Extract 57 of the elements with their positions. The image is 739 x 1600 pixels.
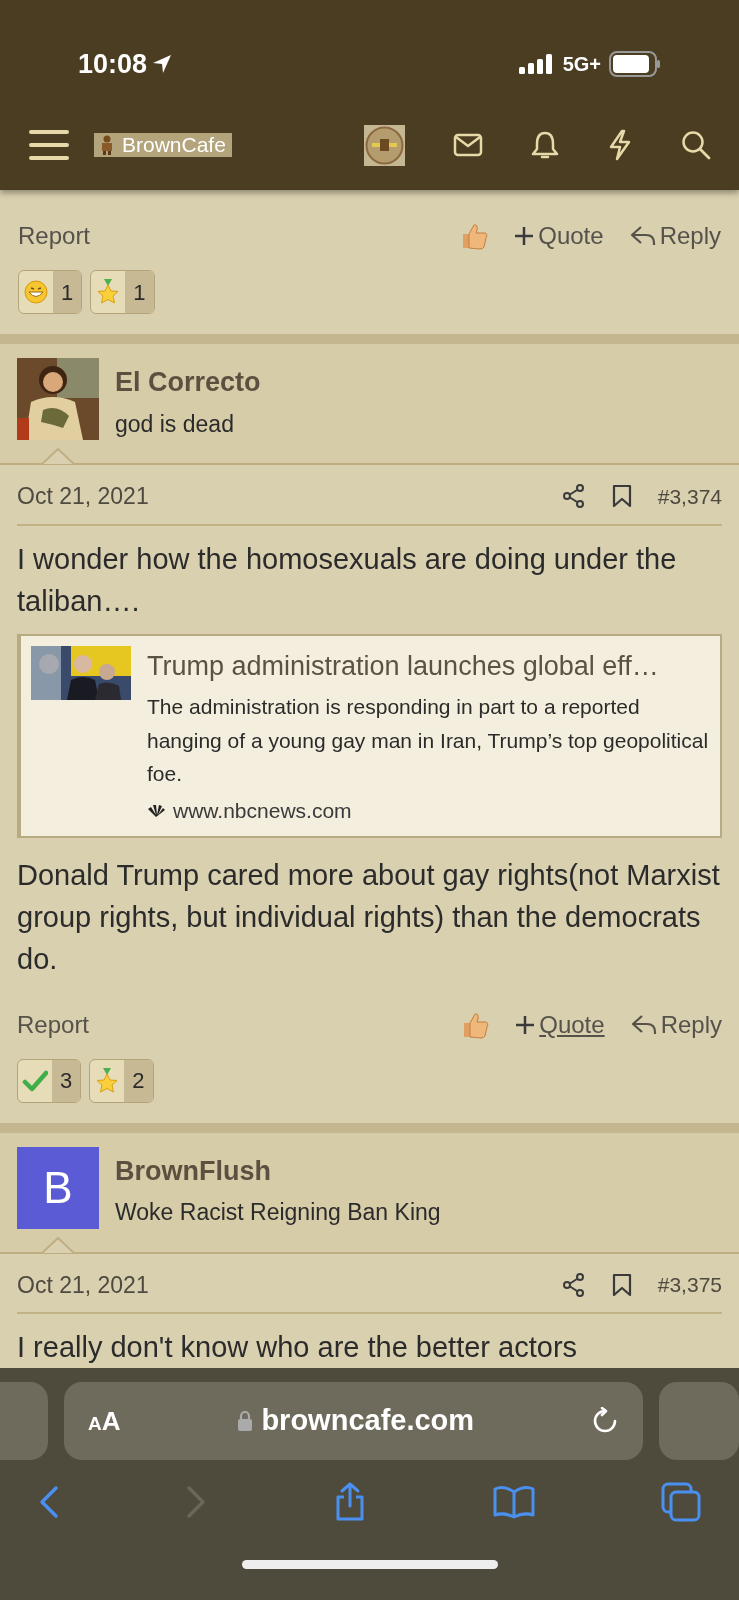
reply-link[interactable]: Reply (629, 218, 721, 254)
lock-icon (237, 1410, 254, 1432)
reply-arrow-icon (629, 224, 656, 248)
reply-arrow-icon (630, 1012, 657, 1037)
signal-icon (518, 54, 555, 74)
clock-time: 10:08 (78, 47, 148, 81)
post-date-link[interactable]: Oct 21, 2021 (17, 479, 149, 514)
share-icon[interactable] (561, 484, 586, 509)
bookmark-icon[interactable] (611, 1272, 632, 1297)
post-number-link[interactable]: #3,374 (657, 480, 722, 512)
user-title: Woke Racist Reigning Ban King (115, 1198, 441, 1227)
plus-icon (514, 226, 535, 246)
thumbs-up-icon[interactable] (461, 1010, 490, 1039)
location-arrow-icon (151, 53, 174, 75)
menu-icon[interactable] (28, 128, 70, 162)
mail-icon[interactable] (453, 133, 483, 157)
post-text: I wonder how the homosexuals are doing under the taliban…. (17, 541, 678, 619)
bell-icon[interactable] (531, 130, 559, 160)
share-icon[interactable] (561, 1272, 586, 1297)
reaction-button[interactable]: 1 (18, 270, 83, 314)
reply-link[interactable]: Reply (630, 1006, 722, 1043)
link-title: Trump administration launches global eff… (147, 649, 660, 683)
book-icon[interactable] (491, 1484, 536, 1520)
reaction-button[interactable]: 2 (89, 1058, 154, 1103)
reload-icon[interactable] (591, 1407, 619, 1435)
quote-link[interactable]: Quote (515, 1006, 605, 1043)
address-bar[interactable]: AA browncafe.com (64, 1382, 643, 1460)
quote-link[interactable]: Quote (514, 218, 604, 254)
reaction-button[interactable]: 3 (17, 1058, 82, 1103)
thumbs-up-icon[interactable] (460, 222, 489, 250)
reaction-button[interactable]: 1 (90, 270, 155, 314)
tabs-icon[interactable] (661, 1482, 701, 1522)
peacock-logo-icon (147, 804, 165, 817)
mascot-icon (100, 135, 114, 155)
post-text: I really don't know who are the better actors (17, 1330, 579, 1365)
bookmark-icon[interactable] (611, 484, 632, 509)
link-preview-card[interactable]: Trump administration launches global eff… The administration is responding in part to a reported hanging of a young gay man in Iran, Trump’s top geopolitical foe. www.nbcnews.com (17, 633, 722, 839)
text-size-button[interactable]: AA (88, 1401, 121, 1441)
username-link[interactable]: BrownFlush (115, 1150, 441, 1191)
network-type: 5G+ (562, 52, 601, 77)
grin-emoji-icon (23, 279, 49, 305)
user-title: god is dead (115, 409, 235, 439)
post-date-link[interactable]: Oct 21, 2021 (17, 1267, 149, 1302)
post-number-link[interactable]: #3,375 (657, 1269, 722, 1301)
post-text: Donald Trump cared more about gay rights(not Marxist group rights, but individual rights) than the democrats do. (17, 858, 721, 978)
search-icon[interactable] (681, 130, 711, 160)
report-link[interactable]: Report (18, 218, 91, 254)
badge-emblem-icon[interactable] (364, 124, 405, 166)
report-link[interactable]: Report (17, 1006, 90, 1043)
lightning-icon[interactable] (607, 129, 633, 161)
link-domain: www.nbcnews.com (173, 797, 352, 824)
link-description: The administration is responding in part to a reported hanging of a young gay man in Iran, Trump’s top geopolitical foe. (147, 694, 710, 788)
username-link[interactable]: El Correcto (115, 362, 261, 403)
url-text: browncafe.com (261, 1403, 475, 1439)
plus-icon (515, 1014, 536, 1035)
user-avatar[interactable]: B (17, 1146, 99, 1229)
battery-icon (609, 51, 661, 77)
